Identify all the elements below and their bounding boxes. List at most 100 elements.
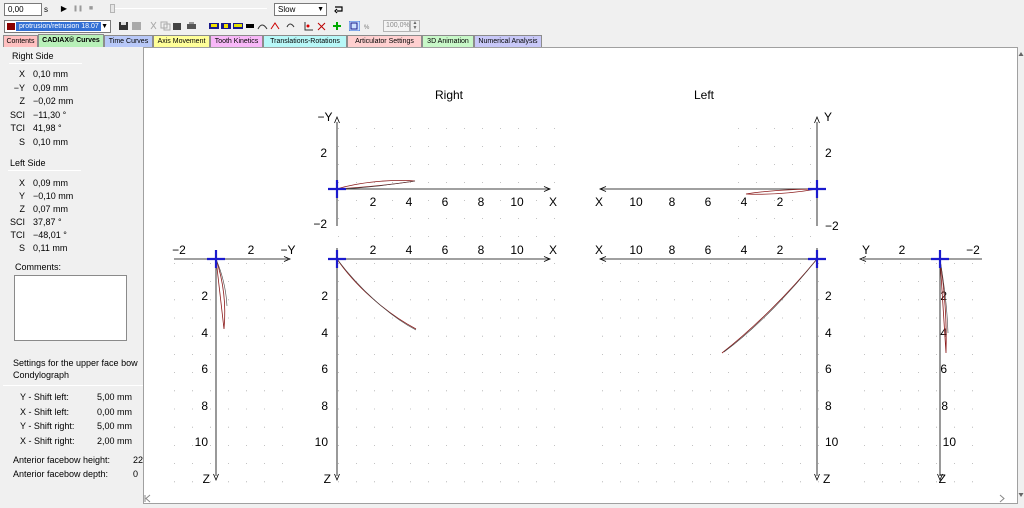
tick-label: 2	[370, 195, 377, 209]
axis-label-z: Z	[324, 472, 331, 486]
save-all-icon[interactable]	[131, 21, 142, 31]
left-side-title: Left Side	[10, 158, 46, 168]
left-side-value: 0,09 mm	[33, 178, 69, 188]
left-side-row: Y −0,10 mm	[0, 191, 143, 203]
time-input[interactable]: 0,00	[4, 3, 42, 16]
grid-dot-path	[338, 263, 555, 483]
right-side-value: 0,10 mm	[33, 69, 69, 79]
tick-label: 6	[442, 243, 449, 257]
copy-icon[interactable]	[160, 21, 171, 31]
zoom-input[interactable]: 100,0%	[383, 20, 410, 32]
axis-label-z: Z	[939, 472, 946, 486]
curve-tool-icon[interactable]	[257, 21, 268, 31]
right-side-value: −11,30 °	[33, 109, 67, 120]
vertical-scrollbar[interactable]	[1018, 47, 1024, 504]
view-icon-3[interactable]	[233, 21, 244, 31]
tick-label: 2	[370, 243, 377, 257]
right-side-chart-title: Right	[435, 88, 464, 102]
right-side-row: S 0,10 mm	[0, 137, 143, 149]
right-side-label: −Y	[13, 82, 25, 93]
tab-articulator-settings[interactable]: Articulator Settings	[347, 35, 422, 47]
stop-button[interactable]: ■	[85, 3, 97, 15]
tab-translations-rotations[interactable]: Translations-Rotations	[263, 35, 347, 47]
tick-label: 8	[941, 399, 948, 413]
cadiax-curves-plot: Right Left −Y X 2 −2 2 4 6 8 10 Y X 2 −2 10 8 6 4 2 −2 2 −Y 2 4 6…	[143, 47, 1018, 504]
zoom-fit-icon[interactable]	[332, 21, 343, 31]
left-side-label: Z	[19, 204, 26, 214]
motion-select[interactable]: protrusion/retrusion 18.07 ▼	[4, 20, 111, 33]
cut-icon[interactable]	[148, 21, 159, 31]
zoom-percent-icon[interactable]: %	[364, 21, 375, 31]
paste-icon[interactable]	[172, 21, 183, 31]
tick-label: −2	[825, 219, 839, 233]
grid-dots	[738, 128, 811, 237]
tab-axis-movement[interactable]: Axis Movement	[153, 35, 210, 47]
values-panel: Right Side X 0,10 mm −Y 0,09 mm Z −0,02 mm SCI…	[0, 47, 143, 508]
axis-label-minus-y: −Y	[280, 243, 295, 257]
zoom-window-icon[interactable]	[349, 21, 360, 31]
axis-label-x: X	[549, 243, 557, 257]
pause-button[interactable]: ❚❚	[72, 3, 84, 15]
time-slider-track[interactable]	[112, 8, 267, 9]
axis-icon[interactable]	[303, 21, 314, 31]
right-side-row: SCI −11,30 °	[0, 110, 143, 122]
tick-label: 8	[669, 243, 676, 257]
tick-label: −2	[313, 217, 327, 231]
axis-label-x: X	[595, 243, 603, 257]
save-icon[interactable]	[118, 21, 129, 31]
loop-icon[interactable]	[333, 3, 345, 15]
right-side-row: Z −0,02 mm	[0, 96, 143, 108]
time-slider-thumb[interactable]	[110, 4, 115, 13]
undo-icon[interactable]	[285, 21, 296, 31]
tab-time-curves[interactable]: Time Curves	[104, 35, 153, 47]
tick-label: 10	[825, 435, 839, 449]
scissor-icon[interactable]	[316, 21, 327, 31]
tab-tooth-kinetics[interactable]: Tooth Kinetics	[210, 35, 263, 47]
tick-label: 4	[741, 195, 748, 209]
print-icon[interactable]	[186, 21, 197, 31]
tab-3d-animation[interactable]: 3D Animation	[422, 35, 474, 47]
tick-label: 6	[442, 195, 449, 209]
right-side-row: TCI 41,98 °	[0, 123, 143, 135]
tick-label: 4	[406, 195, 413, 209]
left-side-row: SCI 37,87 °	[0, 217, 143, 229]
tab-contents[interactable]: Contents	[3, 35, 38, 47]
left-side-value: 0,11 mm	[33, 243, 68, 253]
facebow-value: 22	[133, 455, 143, 465]
tab-bar: Contents CADIAX® Curves Time Curves Axis Mo…	[0, 34, 1024, 47]
tick-label: 10	[315, 435, 329, 449]
curves-canvas: Right Left −Y X 2 −2 2 4 6 8 10 Y X 2 −2 10 8 6 4 2 −2 2 −Y 2 4 6…	[172, 88, 982, 486]
tab-numerical-analysis[interactable]: Numerical Analysis	[474, 35, 542, 47]
left-horizontal-curve	[721, 258, 818, 354]
axis-label-y: Y	[862, 243, 870, 257]
view-icon-4[interactable]	[245, 21, 256, 31]
view-icon-1[interactable]	[209, 21, 220, 31]
left-side-label: Y	[18, 191, 25, 201]
svg-text:%: %	[364, 25, 370, 31]
measure-icon[interactable]	[270, 21, 281, 31]
view-icon-2[interactable]	[221, 21, 232, 31]
zoom-spinner[interactable]: ▲ ▼	[410, 20, 420, 32]
axis-label-z: Z	[823, 472, 830, 486]
horizontal-scrollbar[interactable]	[143, 493, 1018, 504]
comments-field[interactable]	[14, 275, 127, 341]
right-horizontal-curve	[336, 258, 417, 330]
tick-label: 2	[320, 146, 327, 160]
shift-setting-value: 0,00 mm	[97, 406, 133, 417]
right-side-row: X 0,10 mm	[0, 69, 143, 81]
right-side-value: 0,09 mm	[33, 82, 69, 93]
tick-label: 8	[825, 399, 832, 413]
speed-select-value: Slow	[278, 5, 296, 14]
grid-dots	[864, 263, 973, 483]
tab-cadiax-curves[interactable]: CADIAX® Curves	[38, 34, 104, 47]
app-window: 0,00 s ▶ ❚❚ ■ Slow ▼ protrusion/retrusio…	[0, 0, 1024, 508]
axis-label-z: Z	[203, 472, 210, 486]
grid-dot-path	[738, 128, 811, 237]
tick-label: 4	[201, 326, 208, 340]
play-button[interactable]: ▶	[58, 3, 70, 15]
tick-label: 8	[478, 195, 485, 209]
speed-select[interactable]: Slow ▼	[274, 3, 327, 16]
left-side-row: S 0,11 mm	[0, 243, 143, 255]
settings-subtitle: Condylograph	[13, 370, 70, 380]
axis-label-x: X	[595, 195, 603, 209]
